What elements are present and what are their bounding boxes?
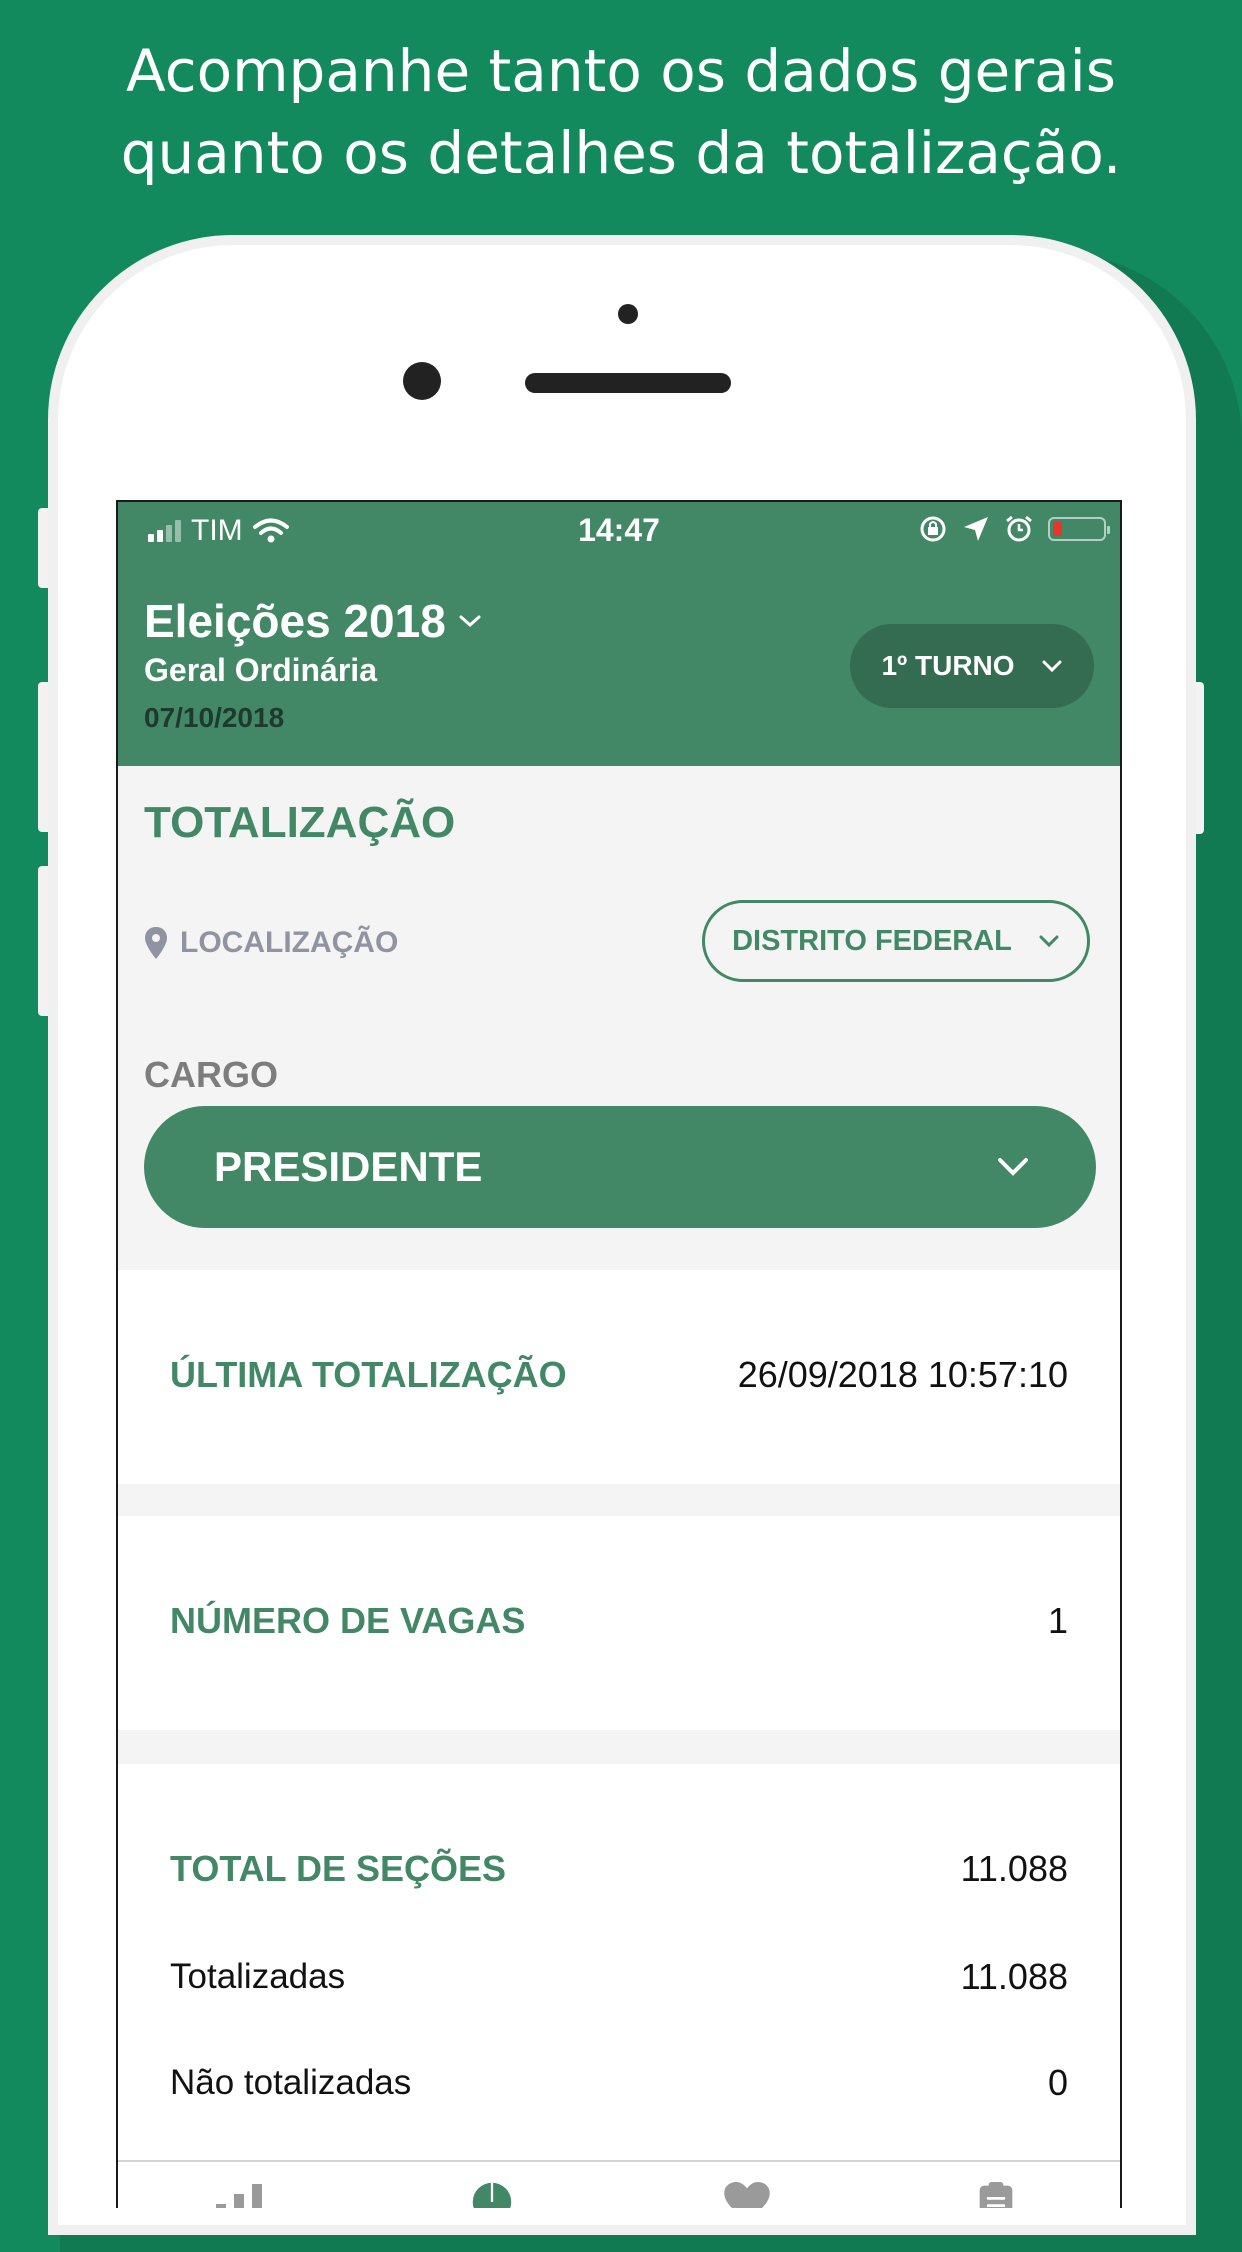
secoes-value: 11.088 [960, 1848, 1068, 1889]
chevron-down-icon [459, 615, 481, 628]
vagas-card: NÚMERO DE VAGAS 1 [118, 1516, 1120, 1730]
alarm-icon [1006, 515, 1032, 542]
bar-chart-icon[interactable] [214, 2182, 270, 2208]
status-bar: TIM 14:47 [118, 502, 1120, 558]
promo-line-1: Acompanhe tanto os dados gerais [126, 37, 1116, 105]
map-pin-icon [145, 927, 167, 959]
secoes-row: TOTAL DE SEÇÕES 11.088 [170, 1848, 1068, 1890]
election-subtitle: Geral Ordinária [144, 652, 377, 688]
totalizadas-label: Totalizadas [170, 1957, 346, 1996]
status-icons [918, 514, 1110, 544]
promo-headline: Acompanhe tanto os dados gerais quanto o… [0, 30, 1242, 194]
promo-line-2: quanto os detalhes da totalização. [120, 119, 1122, 187]
location-dropdown[interactable]: DISTRITO FEDERAL [702, 900, 1090, 982]
secoes-card: TOTAL DE SEÇÕES 11.088 Totalizadas 11.08… [118, 1764, 1120, 2184]
battery-icon [1048, 517, 1110, 541]
chevron-down-icon [1039, 935, 1059, 948]
cargo-value: PRESIDENTE [214, 1143, 483, 1190]
nao-totalizadas-value: 0 [1047, 2062, 1068, 2103]
clipboard-icon[interactable] [976, 2182, 1016, 2208]
last-total-row: ÚLTIMA TOTALIZAÇÃO 26/09/2018 10:57:10 [170, 1354, 1068, 1396]
turno-label: 1º TURNO [881, 650, 1015, 681]
nao-totalizadas-label: Não totalizadas [170, 2063, 412, 2102]
last-total-label: ÚLTIMA TOTALIZAÇÃO [170, 1354, 567, 1395]
election-selector[interactable]: Eleições 2018 [144, 594, 482, 648]
earpiece-speaker [525, 373, 731, 393]
front-sensor [618, 304, 638, 324]
last-total-value: 26/09/2018 10:57:10 [737, 1354, 1068, 1395]
front-camera [403, 362, 441, 400]
location-label: LOCALIZAÇÃO [180, 926, 399, 959]
vagas-row: NÚMERO DE VAGAS 1 [170, 1600, 1068, 1642]
bottom-tab-bar [118, 2160, 1120, 2208]
location-arrow-icon [964, 517, 988, 541]
rotation-lock-icon [920, 516, 946, 542]
vagas-value: 1 [1047, 1600, 1068, 1641]
location-label-group: LOCALIZAÇÃO [144, 926, 398, 960]
chevron-down-icon [1042, 660, 1062, 673]
secoes-label: TOTAL DE SEÇÕES [170, 1848, 507, 1889]
pie-chart-icon[interactable] [466, 2182, 518, 2208]
totalizadas-value: 11.088 [960, 1956, 1068, 1997]
last-total-card: ÚLTIMA TOTALIZAÇÃO 26/09/2018 10:57:10 [118, 1270, 1120, 1484]
heart-icon[interactable] [722, 2182, 772, 2208]
app-header: TIM 14:47 Eleições 2018 Geral Ordinária … [118, 502, 1120, 766]
cargo-dropdown[interactable]: PRESIDENTE [144, 1106, 1096, 1228]
location-value: DISTRITO FEDERAL [732, 924, 1012, 957]
vagas-label: NÚMERO DE VAGAS [170, 1600, 526, 1641]
app-screen: TIM 14:47 Eleições 2018 Geral Ordinária … [116, 500, 1122, 2208]
turno-selector[interactable]: 1º TURNO [850, 624, 1094, 708]
election-title: Eleições 2018 [144, 595, 446, 647]
cargo-label: CARGO [144, 1054, 278, 1095]
election-date: 07/10/2018 [144, 702, 285, 733]
totalizadas-row: Totalizadas 11.088 [170, 1956, 1068, 1998]
chevron-down-icon [998, 1158, 1028, 1176]
section-title: TOTALIZAÇÃO [144, 798, 456, 847]
nao-totalizadas-row: Não totalizadas 0 [170, 2062, 1068, 2104]
